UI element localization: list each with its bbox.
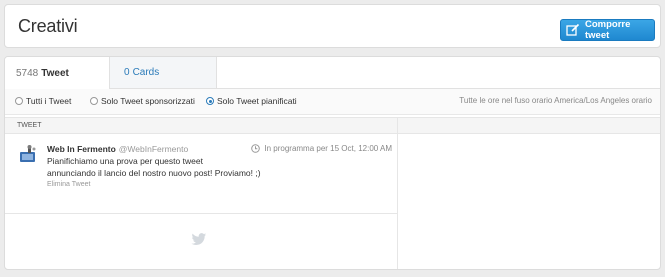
tweet-text: Pianifichiamo una prova per questo tweet… — [47, 156, 367, 179]
timezone-note: Tutte le ore nel fuso orario America/Los… — [459, 96, 652, 105]
table-header: TWEET — [5, 117, 660, 134]
main-panel: 5748 Tweet 0 Cards Tutti i Tweet Solo Tw… — [4, 56, 661, 270]
column-divider — [397, 117, 398, 269]
filter-sponsored-tweets[interactable]: Solo Tweet sponsorizzati — [90, 96, 195, 106]
page-title: Creativi — [18, 16, 78, 36]
tab-cards[interactable]: 0 Cards — [110, 57, 217, 88]
tab-bar: 5748 Tweet 0 Cards — [5, 57, 660, 89]
tweet-schedule-status: In programma per 15 Oct, 12:00 AM — [251, 144, 392, 153]
tweet-author-name[interactable]: Web In Fermento — [47, 144, 116, 154]
filter-all-tweets[interactable]: Tutti i Tweet — [15, 96, 71, 106]
radio-all-tweets[interactable] — [15, 97, 23, 105]
compose-icon — [566, 23, 580, 37]
compose-tweet-label: Comporre tweet — [585, 19, 631, 41]
tweet-author-handle[interactable]: @WebInFermento — [119, 144, 188, 154]
avatar — [18, 144, 38, 164]
filter-row: Tutti i Tweet Solo Tweet sponsorizzati S… — [5, 89, 660, 115]
delete-tweet-link[interactable]: Elimina Tweet — [47, 181, 90, 188]
tweet-text-line-2: annunciando il lancio del nostro nuovo p… — [47, 167, 261, 178]
tab-tweets-label: Tweet — [41, 67, 69, 79]
tweet-author: Web In Fermento @WebInFermento — [47, 144, 188, 154]
tab-cards-count: 0 — [124, 67, 130, 78]
tab-cards-label: Cards — [132, 67, 160, 78]
radio-sponsored-tweets[interactable] — [90, 97, 98, 105]
filter-scheduled-tweets[interactable]: Solo Tweet pianificati — [206, 96, 297, 106]
tab-tweets-count: 5748 — [16, 67, 39, 79]
header-panel: Creativi Comporre tweet — [4, 4, 661, 48]
tab-tweets[interactable]: 5748 Tweet — [5, 57, 110, 89]
filter-sponsored-tweets-label: Solo Tweet sponsorizzati — [101, 96, 195, 106]
bird-icon — [191, 233, 207, 246]
radio-scheduled-tweets[interactable] — [206, 97, 214, 105]
clock-icon — [251, 144, 261, 153]
tweet-schedule-text: In programma per 15 Oct, 12:00 AM — [264, 144, 392, 153]
compose-tweet-button[interactable]: Comporre tweet — [560, 19, 655, 41]
tweet-text-line-1: Pianifichiamo una prova per questo tweet — [47, 156, 203, 166]
column-header-tweet: TWEET — [17, 122, 42, 129]
filter-all-tweets-label: Tutti i Tweet — [26, 96, 72, 106]
filter-scheduled-tweets-label: Solo Tweet pianificati — [217, 96, 297, 106]
table-row: Web In Fermento @WebInFermento In program… — [5, 134, 397, 214]
